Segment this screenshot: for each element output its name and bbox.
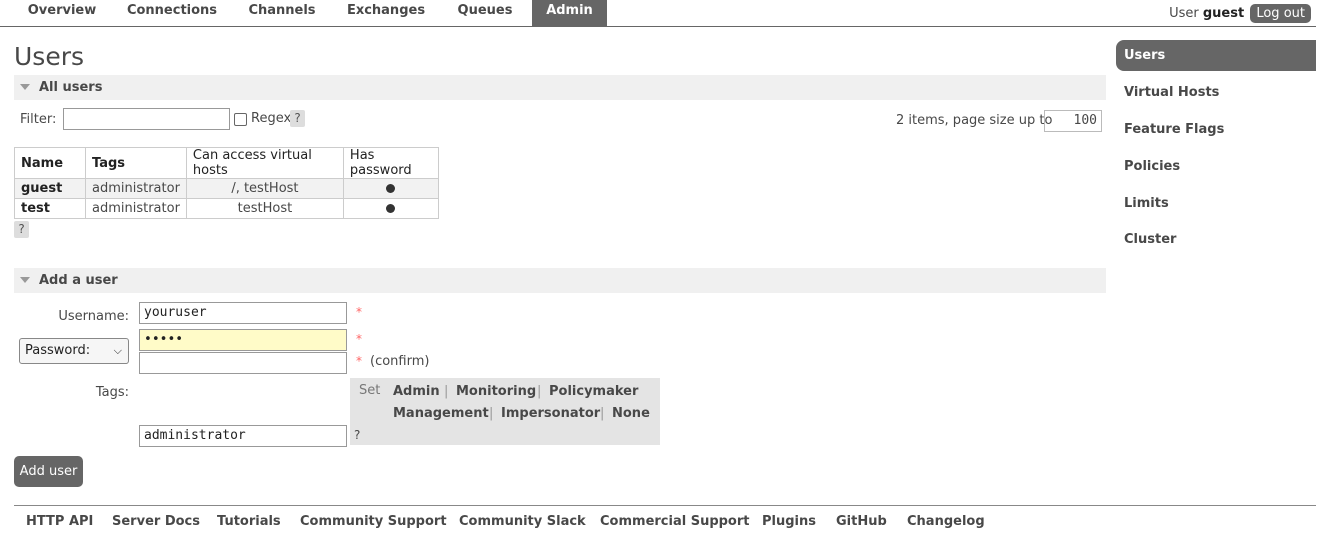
page-info: 2 items, page size up to (896, 113, 1053, 128)
user-name-link[interactable]: guest (14, 178, 86, 199)
user-prefix: User (1169, 6, 1199, 21)
tag-none-link[interactable]: None (612, 406, 650, 421)
tag-separator: | (489, 406, 494, 421)
tag-shortcuts-panel: Set Admin | Monitoring | Policymaker Man… (350, 378, 660, 445)
regex-help-button[interactable]: ? (290, 110, 305, 127)
column-header-vhosts: Can access virtual hosts (185, 147, 344, 179)
password-type-value: Password: (25, 343, 91, 358)
has-password-cell (342, 198, 439, 219)
tag-management-link[interactable]: Management (393, 406, 489, 421)
user-tags: administrator (85, 178, 187, 199)
username-input[interactable]: youruser (139, 302, 347, 324)
filter-label: Filter: (20, 112, 57, 127)
users-table: Name Tags Can access virtual hosts Has p… (14, 147, 439, 219)
tab-connections[interactable]: Connections (120, 0, 224, 26)
user-name-link[interactable]: test (14, 198, 86, 219)
regex-label: Regex (251, 111, 292, 126)
tag-admin-link[interactable]: Admin (393, 384, 440, 399)
has-password-dot-icon (386, 184, 396, 193)
tab-overview[interactable]: Overview (16, 0, 108, 26)
footer-link-http-api[interactable]: HTTP API (26, 514, 93, 529)
footer-link-community-support[interactable]: Community Support (300, 514, 447, 529)
required-marker: * (356, 305, 362, 319)
footer-link-community-slack[interactable]: Community Slack (459, 514, 586, 529)
tags-label: Tags: (95, 385, 129, 400)
password-confirm-input[interactable] (139, 352, 347, 374)
footer-divider (14, 505, 1316, 506)
confirm-label: (confirm) (370, 354, 430, 369)
password-type-select[interactable]: Password: ⌵ (19, 338, 129, 364)
tag-separator: | (537, 384, 542, 399)
all-users-title: All users (39, 80, 103, 95)
top-nav: Overview Connections Channels Exchanges … (0, 0, 1316, 27)
tag-separator: | (444, 384, 449, 399)
all-users-section-header[interactable]: All users (14, 75, 1106, 100)
logout-button[interactable]: Log out (1250, 4, 1311, 23)
user-box: User guest Log out (1169, 4, 1311, 23)
sidebar-item-limits[interactable]: Limits (1116, 188, 1316, 219)
footer-link-github[interactable]: GitHub (836, 514, 887, 529)
password-input[interactable]: ••••• (139, 329, 347, 351)
tags-input[interactable]: administrator (139, 425, 347, 447)
user-vhosts: /, testHost (185, 178, 344, 199)
table-row[interactable]: guest administrator /, testHost (14, 178, 439, 199)
tab-admin[interactable]: Admin (532, 0, 607, 26)
footer-link-tutorials[interactable]: Tutorials (217, 514, 281, 529)
tab-channels[interactable]: Channels (240, 0, 324, 26)
add-user-button[interactable]: Add user (14, 456, 83, 487)
required-marker: * (356, 354, 362, 368)
page-size-input[interactable]: 100 (1044, 110, 1102, 132)
table-help-button[interactable]: ? (14, 221, 29, 238)
has-password-cell (342, 178, 439, 199)
table-row[interactable]: test administrator testHost (14, 198, 439, 219)
tag-monitoring-link[interactable]: Monitoring (456, 384, 536, 399)
add-user-section-header[interactable]: Add a user (14, 268, 1106, 293)
filter-input[interactable] (63, 108, 230, 130)
set-label: Set (359, 383, 381, 398)
has-password-dot-icon (386, 204, 396, 213)
column-header-tags[interactable]: Tags (85, 147, 187, 179)
sidebar-item-policies[interactable]: Policies (1116, 151, 1316, 182)
required-marker: * (356, 332, 362, 346)
tab-exchanges[interactable]: Exchanges (340, 0, 432, 26)
column-header-has-password: Has password (342, 147, 439, 179)
footer-link-plugins[interactable]: Plugins (762, 514, 816, 529)
footer-link-commercial-support[interactable]: Commercial Support (600, 514, 750, 529)
tag-impersonator-link[interactable]: Impersonator (501, 406, 600, 421)
footer-link-changelog[interactable]: Changelog (907, 514, 985, 529)
sidebar-item-users[interactable]: Users (1116, 40, 1316, 71)
collapse-triangle-icon (20, 276, 30, 283)
tag-policymaker-link[interactable]: Policymaker (549, 384, 638, 399)
footer-link-server-docs[interactable]: Server Docs (112, 514, 200, 529)
add-user-title: Add a user (39, 273, 118, 288)
sidebar-item-cluster[interactable]: Cluster (1116, 224, 1316, 255)
tab-queues[interactable]: Queues (450, 0, 520, 26)
page-title: Users (14, 42, 85, 71)
tags-help-button[interactable]: ? (354, 428, 360, 442)
regex-checkbox[interactable] (234, 113, 247, 126)
table-header-row: Name Tags Can access virtual hosts Has p… (14, 147, 439, 179)
username-label: Username: (58, 309, 129, 324)
column-header-name[interactable]: Name (14, 147, 86, 179)
user-vhosts: testHost (185, 198, 344, 219)
current-username: guest (1202, 6, 1245, 21)
sidebar-item-virtual-hosts[interactable]: Virtual Hosts (1116, 77, 1316, 108)
collapse-triangle-icon (20, 83, 30, 90)
sidebar-item-feature-flags[interactable]: Feature Flags (1116, 114, 1316, 145)
chevron-down-icon: ⌵ (113, 344, 122, 357)
user-tags: administrator (85, 198, 187, 219)
tag-separator: | (600, 406, 605, 421)
